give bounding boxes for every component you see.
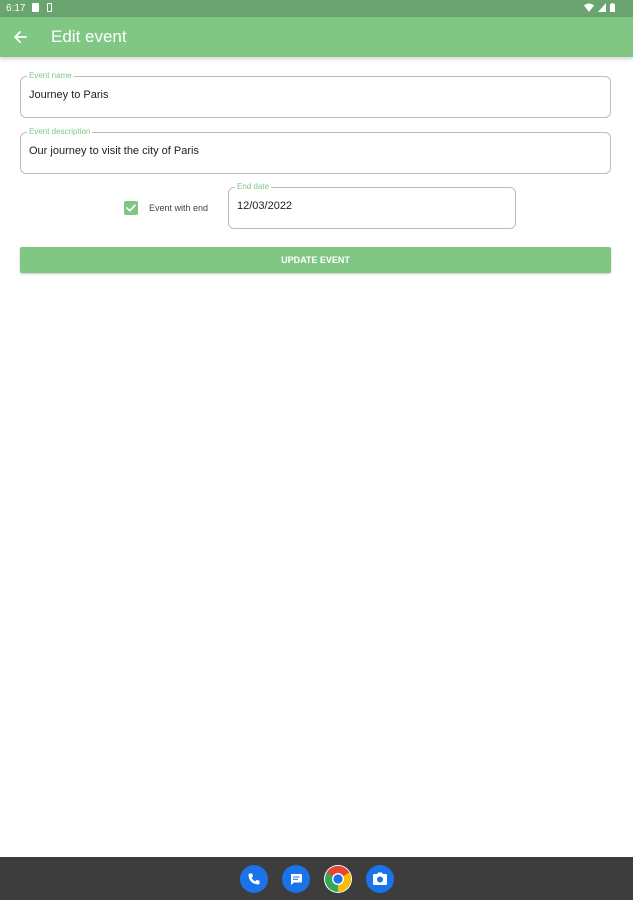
event-name-value: Journey to Paris bbox=[29, 89, 109, 101]
event-description-field[interactable]: Event description Our journey to visit t… bbox=[20, 127, 611, 174]
status-right-icons bbox=[584, 3, 615, 12]
app-bar: Edit event bbox=[0, 17, 633, 57]
status-bar: 6:17 bbox=[0, 0, 633, 17]
battery-icon bbox=[610, 3, 615, 12]
arrow-back-icon bbox=[14, 31, 27, 43]
message-bubble-icon bbox=[291, 874, 302, 885]
sim-card-icon bbox=[32, 3, 39, 12]
back-button[interactable] bbox=[6, 23, 34, 51]
event-description-value: Our journey to visit the city of Paris bbox=[29, 145, 199, 157]
event-name-label: Event name bbox=[27, 71, 74, 81]
chrome-logo-icon bbox=[325, 865, 352, 892]
event-description-label: Event description bbox=[27, 127, 93, 137]
check-icon bbox=[126, 204, 136, 212]
chrome-app-icon[interactable] bbox=[324, 865, 352, 893]
battery-saver-icon bbox=[47, 3, 52, 12]
phone-app-icon[interactable] bbox=[240, 865, 268, 893]
status-left-icons bbox=[32, 3, 52, 12]
event-name-field[interactable]: Event name Journey to Paris bbox=[20, 71, 611, 118]
messages-app-icon[interactable] bbox=[282, 865, 310, 893]
app-dock bbox=[0, 857, 633, 900]
end-date-label: End date bbox=[235, 182, 272, 192]
end-date-field[interactable]: End date 12/03/2022 bbox=[228, 182, 516, 229]
event-with-end-label: Event with end bbox=[149, 203, 209, 213]
update-event-button[interactable]: UPDATE EVENT bbox=[20, 247, 611, 273]
end-date-value: 12/03/2022 bbox=[237, 200, 293, 212]
page-title: Edit event bbox=[51, 27, 127, 46]
camera-app-icon[interactable] bbox=[366, 865, 394, 893]
event-with-end-checkbox[interactable] bbox=[124, 201, 138, 215]
camera-icon bbox=[373, 872, 387, 885]
status-time: 6:17 bbox=[6, 3, 26, 14]
event-with-end-row: Event with end bbox=[124, 200, 208, 216]
phone-handset-icon bbox=[248, 873, 260, 885]
wifi-icon bbox=[584, 3, 594, 12]
cell-signal-icon bbox=[598, 3, 606, 12]
